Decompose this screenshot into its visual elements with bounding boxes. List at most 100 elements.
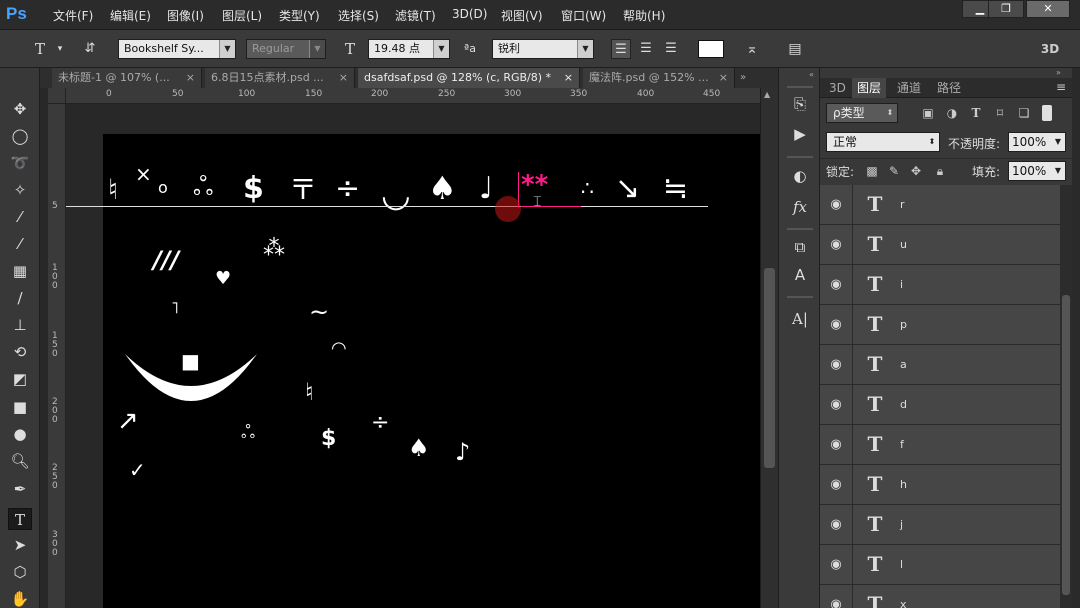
canvas-glyph[interactable]: ஃ: [241, 424, 255, 442]
canvas-glyph[interactable]: ÷: [371, 412, 389, 434]
vertical-ruler[interactable]: 5 1 0 0 1 5 0 2 0 0 2 5 0 3 0 0: [48, 104, 66, 608]
eraser-tool-icon[interactable]: ◩: [8, 368, 32, 390]
menu-type[interactable]: 类型(Y): [279, 7, 320, 24]
tab-material-psd[interactable]: 6.8日15点素材.psd ... ×: [205, 68, 355, 88]
font-family-select[interactable]: Bookshelf Sy... ▼: [118, 39, 236, 59]
canvas-glyph[interactable]: ÷: [335, 174, 360, 204]
layer-row[interactable]: ◉ T f: [820, 425, 1060, 465]
canvas-glyph[interactable]: $: [321, 428, 336, 450]
scroll-up-icon[interactable]: ▲: [764, 90, 770, 99]
menu-image[interactable]: 图像(I): [167, 7, 204, 24]
canvas-glyph[interactable]: ≒: [663, 174, 688, 204]
canvas-glyph[interactable]: ˥: [171, 300, 179, 316]
tab-3d[interactable]: 3D: [824, 78, 851, 98]
canvas-glyph[interactable]: ∴: [581, 178, 594, 198]
menu-filter[interactable]: 滤镜(T): [395, 7, 436, 24]
scrollbar-thumb[interactable]: [764, 268, 775, 468]
adjustment-filter-icon[interactable]: ◑: [944, 105, 960, 121]
more-tabs-icon[interactable]: »: [740, 68, 746, 88]
visibility-eye-icon[interactable]: ◉: [826, 435, 846, 455]
shape-tool-icon[interactable]: ⬡: [8, 561, 32, 583]
antialias-select[interactable]: 锐利 ▼: [492, 39, 594, 59]
layer-row[interactable]: ◉ T j: [820, 505, 1060, 545]
patch-tool-icon[interactable]: ▦: [8, 260, 32, 282]
tab-paths[interactable]: 路径: [932, 78, 966, 98]
menu-edit[interactable]: 编辑(E): [110, 7, 151, 24]
blur-tool-icon[interactable]: ●: [8, 423, 32, 445]
image-filter-icon[interactable]: ▣: [920, 105, 936, 121]
styles-panel-icon[interactable]: fx: [789, 196, 811, 218]
layer-comps-panel-icon[interactable]: ⧉: [789, 236, 811, 258]
menu-3d[interactable]: 3D(D): [452, 7, 487, 21]
collapse-icon[interactable]: «: [809, 70, 814, 79]
visibility-eye-icon[interactable]: ◉: [826, 555, 846, 575]
canvas-glyph[interactable]: ◠: [331, 340, 347, 358]
lock-all-icon[interactable]: 🔒︎: [932, 163, 948, 179]
tab-channels[interactable]: 通道: [892, 78, 926, 98]
path-selection-tool-icon[interactable]: ➤: [8, 534, 32, 556]
close-button[interactable]: ✕: [1026, 0, 1070, 18]
text-color-swatch[interactable]: [698, 40, 724, 58]
canvas-glyph[interactable]: ஃ: [193, 174, 213, 200]
magic-wand-tool-icon[interactable]: ✧: [8, 179, 32, 201]
visibility-eye-icon[interactable]: ◉: [826, 475, 846, 495]
lock-image-icon[interactable]: ✎: [886, 163, 902, 179]
canvas-glyph[interactable]: $: [243, 174, 264, 204]
actions-panel-icon[interactable]: ▶: [789, 123, 811, 145]
layer-row[interactable]: ◉ T h: [820, 465, 1060, 505]
pen-tool-icon[interactable]: ✒: [8, 478, 32, 500]
canvas-glyph[interactable]: ♠: [428, 172, 457, 204]
dodge-tool-icon[interactable]: 🔍︎: [8, 450, 32, 472]
lasso-tool-icon[interactable]: ➰: [8, 152, 32, 174]
visibility-eye-icon[interactable]: ◉: [826, 515, 846, 535]
history-brush-tool-icon[interactable]: ⟲: [8, 341, 32, 363]
adjustments-panel-icon[interactable]: ◐: [789, 165, 811, 187]
character-styles-panel-icon[interactable]: A: [789, 264, 811, 286]
blend-mode-select[interactable]: 正常 ⬍: [826, 132, 940, 152]
document-canvas[interactable]: ♮ × o ஃ $ 〒 ÷ ◡ ♠ ♩ ** ∴ ↘ ≒ /// ⁂ ♥ ˥ ~…: [66, 134, 760, 608]
type-filter-icon[interactable]: T: [968, 105, 984, 121]
brush-tool-icon[interactable]: ∕: [8, 287, 32, 309]
filter-kind-select[interactable]: ρ类型 ⬍: [826, 103, 898, 123]
canvas-glyph[interactable]: ⁂: [263, 238, 285, 260]
visibility-eye-icon[interactable]: ◉: [826, 235, 846, 255]
horizontal-ruler[interactable]: 0 50 100 150 200 250 300 350 400 450: [66, 88, 760, 104]
font-size-select[interactable]: 19.48 点 ▼: [368, 39, 450, 59]
collapse-icon[interactable]: »: [1056, 68, 1061, 77]
text-orientation-icon[interactable]: ⇵: [80, 39, 100, 59]
layer-row[interactable]: ◉ T x: [820, 585, 1060, 608]
menu-help[interactable]: 帮助(H): [623, 7, 665, 24]
eyedropper-tool-icon[interactable]: ⁄: [8, 206, 32, 228]
tab-dsafdsaf-psd[interactable]: dsafdsaf.psd @ 128% (c, RGB/8) * ×: [358, 68, 580, 88]
canvas-glyph[interactable]: ♩: [479, 174, 493, 204]
layer-row[interactable]: ◉ T i: [820, 265, 1060, 305]
canvas-glyph[interactable]: ↘: [615, 174, 640, 204]
gradient-tool-icon[interactable]: ■: [8, 396, 32, 418]
align-center-icon[interactable]: ☰: [636, 39, 656, 59]
visibility-eye-icon[interactable]: ◉: [826, 195, 846, 215]
canvas-glyph[interactable]: ///: [153, 248, 179, 272]
canvas-glyph[interactable]: ♮: [108, 176, 118, 204]
panel-menu-icon[interactable]: ≡: [1056, 80, 1066, 94]
canvas-vertical-scrollbar[interactable]: ▲: [760, 88, 778, 608]
menu-view[interactable]: 视图(V): [501, 7, 543, 24]
layer-row[interactable]: ◉ T r: [820, 185, 1060, 225]
menu-window[interactable]: 窗口(W): [561, 7, 606, 24]
close-tab-icon[interactable]: ×: [564, 68, 573, 88]
tab-magic-circle-psd[interactable]: 魔法阵.psd @ 152% ... ×: [583, 68, 735, 88]
visibility-eye-icon[interactable]: ◉: [826, 595, 846, 608]
text-tool-preset-icon[interactable]: T: [30, 39, 50, 59]
lock-transparent-icon[interactable]: ▩: [864, 163, 880, 179]
canvas-glyph[interactable]: ×: [135, 164, 152, 184]
canvas-glyph[interactable]: ✓: [129, 460, 146, 480]
layer-row[interactable]: ◉ T d: [820, 385, 1060, 425]
visibility-eye-icon[interactable]: ◉: [826, 315, 846, 335]
healing-brush-tool-icon[interactable]: ⁄: [8, 233, 32, 255]
canvas-glyph[interactable]: ♠: [408, 436, 430, 460]
layer-row[interactable]: ◉ T u: [820, 225, 1060, 265]
type-tool-icon[interactable]: T: [8, 508, 32, 530]
3d-mode-button[interactable]: 3D: [1036, 39, 1064, 59]
lock-position-icon[interactable]: ✥: [908, 163, 924, 179]
filter-toggle[interactable]: [1042, 105, 1052, 121]
canvas-glyph[interactable]: ♪: [455, 440, 470, 464]
